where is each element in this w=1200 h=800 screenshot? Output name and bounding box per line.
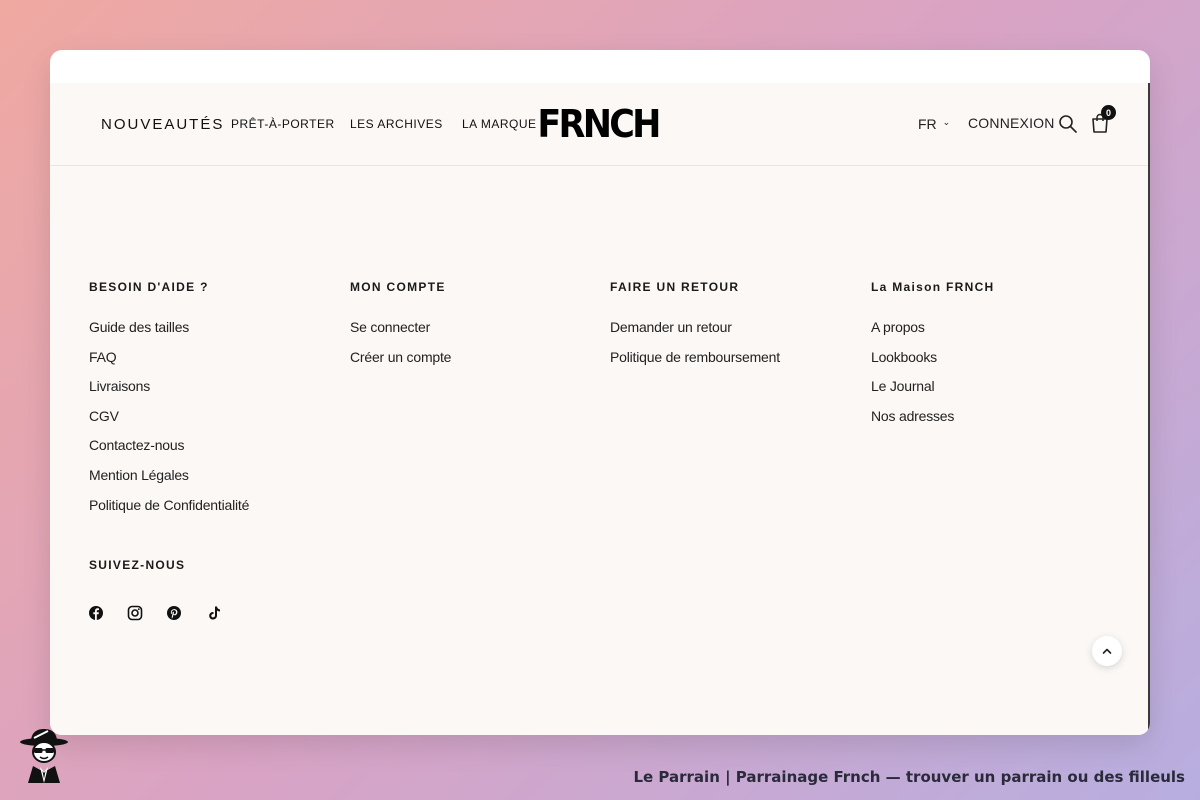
footer-link-addresses[interactable]: Nos adresses bbox=[871, 407, 1111, 425]
language-selector[interactable]: FR ⌄ bbox=[918, 83, 950, 165]
footer-link-lookbooks[interactable]: Lookbooks bbox=[871, 348, 1111, 366]
site-header: NOUVEAUTÉS PRÊT-À-PORTER LES ARCHIVES LA… bbox=[50, 83, 1148, 166]
nav-item-pret-a-porter[interactable]: PRÊT-À-PORTER bbox=[231, 83, 335, 165]
search-icon[interactable] bbox=[1058, 114, 1078, 134]
footer-link-cgv[interactable]: CGV bbox=[89, 407, 329, 425]
login-link[interactable]: CONNEXION bbox=[968, 83, 1055, 163]
site-page: NOUVEAUTÉS PRÊT-À-PORTER LES ARCHIVES LA… bbox=[50, 83, 1150, 735]
nav-item-les-archives[interactable]: LES ARCHIVES bbox=[350, 83, 443, 165]
footer-link-faq[interactable]: FAQ bbox=[89, 348, 329, 366]
facebook-icon[interactable] bbox=[88, 605, 104, 621]
column-title: MON COMPTE bbox=[350, 280, 446, 294]
page-caption: Le Parrain | Parrainage Frnch — trouver … bbox=[633, 768, 1185, 786]
tiktok-icon[interactable] bbox=[206, 605, 222, 621]
footer-column-account: MON COMPTE Se connecter Créer un compte bbox=[350, 279, 590, 377]
column-title: FAIRE UN RETOUR bbox=[610, 280, 740, 294]
chevron-up-icon bbox=[1102, 648, 1112, 654]
footer-column-returns: FAIRE UN RETOUR Demander un retour Polit… bbox=[610, 279, 850, 377]
footer-column-help: BESOIN D'AIDE ? Guide des tailles FAQ Li… bbox=[89, 279, 329, 525]
pinterest-icon[interactable] bbox=[166, 605, 182, 621]
footer-link-privacy[interactable]: Politique de Confidentialité bbox=[89, 496, 329, 514]
footer-link-deliveries[interactable]: Livraisons bbox=[89, 377, 329, 395]
column-title: La Maison FRNCH bbox=[871, 280, 995, 294]
brand-logo[interactable]: FRNCH bbox=[537, 102, 661, 146]
footer-link-size-guide[interactable]: Guide des tailles bbox=[89, 318, 329, 336]
parrain-mascot-logo bbox=[20, 729, 68, 783]
footer-column-maison: La Maison FRNCH A propos Lookbooks Le Jo… bbox=[871, 279, 1111, 436]
instagram-icon[interactable] bbox=[127, 605, 143, 621]
footer-link-about[interactable]: A propos bbox=[871, 318, 1111, 336]
browser-window: NOUVEAUTÉS PRÊT-À-PORTER LES ARCHIVES LA… bbox=[50, 50, 1150, 735]
footer-link-create-account[interactable]: Créer un compte bbox=[350, 348, 590, 366]
footer-link-contact[interactable]: Contactez-nous bbox=[89, 436, 329, 454]
language-label: FR bbox=[918, 116, 937, 132]
footer-link-request-return[interactable]: Demander un retour bbox=[610, 318, 850, 336]
back-to-top-button[interactable] bbox=[1092, 636, 1122, 666]
nav-item-nouveautes[interactable]: NOUVEAUTÉS bbox=[101, 83, 224, 165]
footer-link-journal[interactable]: Le Journal bbox=[871, 377, 1111, 395]
nav-item-la-marque[interactable]: LA MARQUE bbox=[462, 83, 537, 165]
cart-count-badge: 0 bbox=[1101, 105, 1116, 120]
column-title: BESOIN D'AIDE ? bbox=[89, 280, 209, 294]
follow-us-title: SUIVEZ-NOUS bbox=[89, 558, 186, 572]
footer-link-sign-in[interactable]: Se connecter bbox=[350, 318, 590, 336]
footer-link-refund-policy[interactable]: Politique de remboursement bbox=[610, 348, 850, 366]
chevron-down-icon: ⌄ bbox=[942, 116, 951, 127]
footer-link-legal[interactable]: Mention Légales bbox=[89, 466, 329, 484]
